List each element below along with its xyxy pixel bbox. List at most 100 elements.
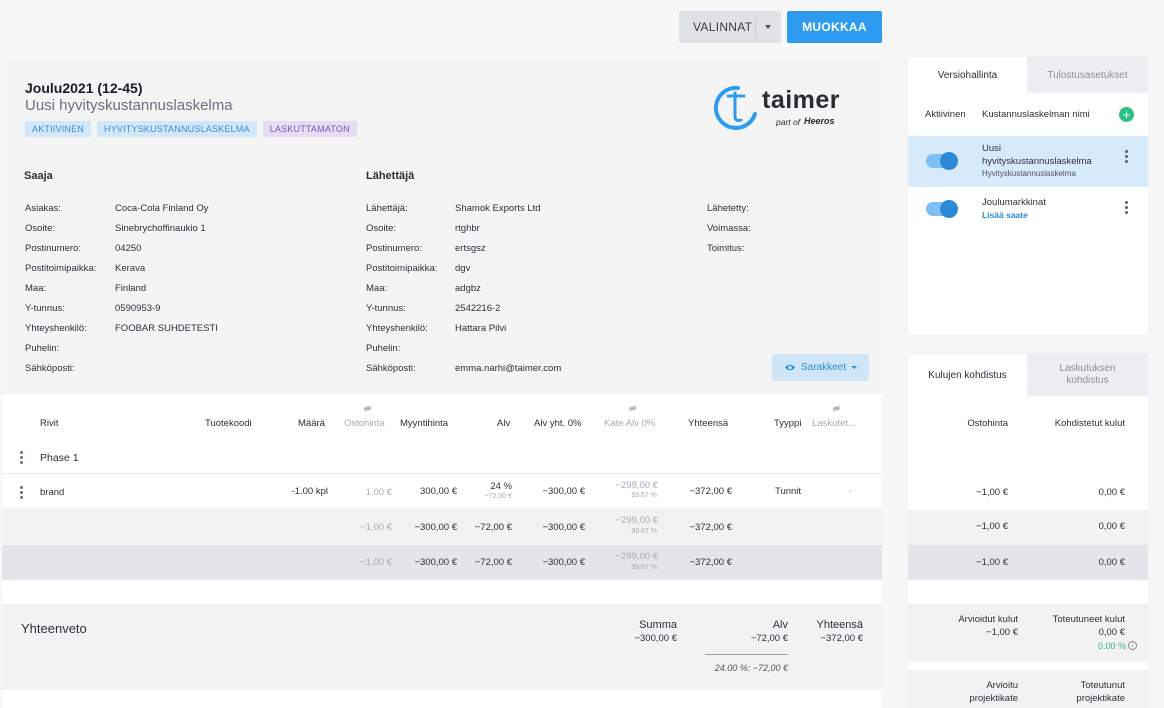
version-active-toggle[interactable] <box>926 200 958 218</box>
column-name: Kustannuslaskelman nimi <box>982 109 1090 120</box>
estimated-margin-label-2: projektikate <box>969 693 1018 704</box>
header-ostohinta: Ostohinta <box>344 418 385 429</box>
column-kohdistetut: Kohdistetut kulut <box>1054 418 1125 429</box>
tab-laskutuksen-kohdistus[interactable]: Laskutuksen kohdistus <box>1027 354 1148 396</box>
summary-summa-value: −300,00 € <box>634 633 677 644</box>
phase-row[interactable]: Phase 1 <box>2 440 882 474</box>
muokkaa-label: MUOKKAA <box>802 20 867 34</box>
vat-breakdown: 24.00 %: −72,00 € <box>714 663 788 673</box>
version-title: Joulumarkkinat <box>982 197 1046 208</box>
row-menu-icon[interactable] <box>20 451 23 466</box>
tab-label: Kulujen kohdistus <box>928 369 1007 381</box>
tab-kulujen-kohdistus[interactable]: Kulujen kohdistus <box>908 354 1027 396</box>
actual-costs-percent: 0.00 % <box>1097 641 1126 651</box>
item-yhteensa: −372,00 € <box>689 486 732 497</box>
item-maara: -1.00 kpl <box>291 486 328 497</box>
taimer-logo: taimer part of Heeros <box>708 78 848 132</box>
info-icon[interactable]: i <box>1128 641 1137 650</box>
recipient-field-value: Kerava <box>115 263 146 274</box>
status-badge-active: AKTIIVINEN <box>25 121 92 137</box>
chevron-down-icon <box>765 25 771 29</box>
hidden-eye-icon <box>363 404 372 415</box>
item-alv-amount: −72,00 € <box>484 493 512 500</box>
summary-yhteensa-value: −372,00 € <box>820 633 863 644</box>
cost-allocation-panel: Kulujen kohdistus Laskutuksen kohdistus … <box>908 354 1148 708</box>
recipient-field-value: Sinebrychoffinaukio 1 <box>115 223 206 234</box>
row-menu-icon[interactable] <box>20 486 23 501</box>
divider <box>755 17 756 37</box>
version-menu-icon[interactable] <box>1125 150 1128 165</box>
phase-subtotal-row: −1,00 € −300,00 € −72,00 € −300,00 € −29… <box>2 509 882 544</box>
hidden-eye-icon <box>628 404 637 415</box>
logo-tagline: part of <box>776 117 801 127</box>
summary-alv-value: −72,00 € <box>750 633 788 644</box>
columns-label: Sarakkeet <box>800 362 847 373</box>
total-alv: −72,00 € <box>474 557 512 568</box>
tab-label: Tulostusasetukset <box>1047 69 1128 81</box>
version-type: Hyvityskustannuslaskelma <box>982 169 1076 178</box>
item-tyyppi: Tunnit <box>775 486 802 497</box>
tab-versiohallinta[interactable]: Versiohallinta <box>908 57 1027 93</box>
add-note-link[interactable]: Lisää saate <box>982 210 1028 220</box>
summary-section: Yhteenveto Summa −300,00 € Alv −72,00 € … <box>2 604 882 690</box>
sender-field-label: Osoite: <box>366 223 397 234</box>
sender-field-value: 2542216-2 <box>455 303 501 314</box>
columns-button[interactable]: Sarakkeet <box>772 354 869 381</box>
sender-field-value: rtghbr <box>455 223 480 234</box>
total-yhteensa: −372,00 € <box>689 557 732 568</box>
cost-kohdistetut: 0,00 € <box>1098 487 1125 498</box>
sender-field-value: dgv <box>455 263 471 274</box>
total-myyntihinta: −300,00 € <box>414 557 457 568</box>
recipient-field-label: Y-tunnus: <box>25 303 65 314</box>
tab-tulostusasetukset[interactable]: Tulostusasetukset <box>1027 57 1148 93</box>
estimated-costs-label: Arvioidut kulut <box>958 614 1018 625</box>
item-kate: −299,00 € <box>615 480 658 491</box>
divider <box>705 654 788 655</box>
header-rivit: Rivit <box>40 418 59 429</box>
item-laskutettu: - <box>849 486 853 497</box>
project-margin: Arvioitu projektikate Toteutunut projekt… <box>908 670 1148 708</box>
delivery-field-label: Lähetetty: <box>707 203 749 214</box>
actual-margin-label-2: projektikate <box>1076 693 1125 704</box>
valinnat-button[interactable]: VALINNAT <box>679 11 781 43</box>
header-kate-alv: Kate Alv 0% <box>604 418 656 429</box>
estimated-costs-value: −1,00 € <box>986 627 1018 638</box>
status-badge-billing: LASKUTTAMATON <box>262 121 357 137</box>
summary-heading: Yhteenveto <box>21 621 87 636</box>
muokkaa-button[interactable]: MUOKKAA <box>787 11 882 43</box>
tab-label: Versiohallinta <box>937 69 998 81</box>
recipient-field-value: 0590953-9 <box>115 303 161 314</box>
subtotal-alv-yht: −300,00 € <box>542 522 585 533</box>
item-alv-yht: −300,00 € <box>542 486 585 497</box>
subtotal-yhteensa: −372,00 € <box>689 522 732 533</box>
header-alv-yht: Alv yht. 0% <box>534 418 582 429</box>
cost-calculation-document: Joulu2021 (12-45) Uusi hyvityskustannusl… <box>2 58 882 708</box>
recipient-field-value: Coca-Cola Finland Oy <box>115 203 209 214</box>
recipient-field-value: FOOBAR SUHDETESTI <box>115 323 218 334</box>
actual-costs-value: 0,00 € <box>1098 627 1125 638</box>
page-title: Joulu2021 (12-45) <box>25 80 143 96</box>
item-myyntihinta: 300,00 € <box>420 486 457 497</box>
table-spacer <box>2 580 882 604</box>
estimated-margin-label-1: Arvioitu <box>986 680 1018 691</box>
cost-row: −1,00 € 0,00 € <box>908 476 1148 510</box>
header-myyntihinta: Myyntihinta <box>400 418 449 429</box>
summary-alv-label: Alv <box>772 619 788 631</box>
summary-yhteensa-label: Yhteensä <box>816 619 863 631</box>
actual-margin-label-1: Toteutunut <box>1080 680 1125 691</box>
header-laskutettu: Laskutet... <box>812 418 856 429</box>
tab-label: Laskutuksen kohdistus <box>1059 363 1116 386</box>
header-tyyppi: Tyyppi <box>774 418 802 429</box>
table-row[interactable]: brand -1.00 kpl 1,00 € 300,00 € 24 % −72… <box>2 474 882 508</box>
item-ostohinta: 1,00 € <box>365 487 392 498</box>
version-menu-icon[interactable] <box>1125 201 1128 216</box>
cost-row: −1,00 € 0,00 € <box>908 510 1148 545</box>
recipient-field-label: Postinumero: <box>25 243 81 254</box>
version-active-toggle[interactable] <box>926 152 958 170</box>
item-alv: 24 % <box>490 481 512 492</box>
add-version-button[interactable]: + <box>1119 107 1134 122</box>
version-item-selected[interactable]: Uusi hyvityskustannuslaskelma Hyvityskus… <box>908 136 1148 187</box>
version-item[interactable]: Joulumarkkinat Lisää saate <box>908 189 1148 229</box>
phase-name: Phase 1 <box>40 452 79 464</box>
subtotal-alv: −72,00 € <box>474 522 512 533</box>
